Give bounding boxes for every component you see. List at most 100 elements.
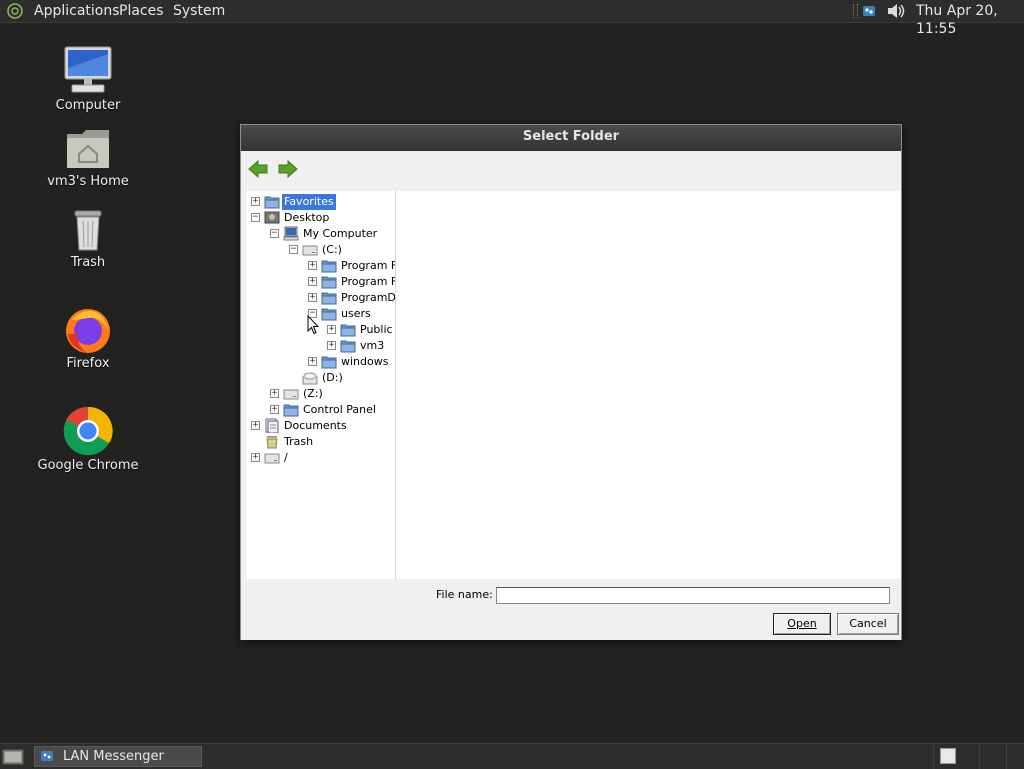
expand-icon[interactable]: + [270, 405, 279, 414]
tree-item[interactable]: (D:) [246, 370, 395, 386]
dialog-titlebar[interactable]: Select Folder [241, 125, 901, 151]
show-desktop-icon[interactable] [2, 747, 24, 765]
tree-item[interactable]: + windows [246, 354, 395, 370]
menu-system[interactable]: System [173, 2, 225, 20]
workspace-1[interactable] [940, 748, 956, 764]
lan-messenger-tray-icon[interactable] [861, 3, 877, 19]
menu-applications[interactable]: Applications [34, 2, 120, 20]
tray-grip [853, 4, 858, 18]
tree-item[interactable]: − (C:) [246, 242, 395, 258]
tree-item-label: Public [360, 323, 393, 336]
folder-icon [321, 292, 337, 305]
tree-item-label: Control Panel [303, 403, 376, 416]
file-name-input[interactable] [496, 587, 890, 604]
tree-item[interactable]: + Favorites [246, 194, 395, 210]
documents-icon [265, 418, 279, 433]
folder-icon [321, 308, 337, 321]
home-folder-icon [67, 130, 109, 168]
expand-icon[interactable]: + [270, 389, 279, 398]
file-name-label: File name: [436, 588, 493, 601]
computer-icon [64, 46, 112, 93]
top-panel: Applications Places System Thu Apr 20, 1… [0, 0, 1024, 37]
dialog-bottom-area: File name: Open Cancel [241, 580, 901, 640]
open-button[interactable]: Open [773, 613, 831, 635]
menu-places[interactable]: Places [119, 2, 164, 20]
desktop-icon-label: Google Chrome [37, 458, 139, 473]
tree-item[interactable]: + Control Panel [246, 402, 395, 418]
desktop-icon-computer[interactable]: Computer [33, 44, 143, 113]
forward-arrow-icon[interactable] [277, 158, 299, 180]
collapse-icon[interactable]: − [270, 229, 279, 238]
desktop-icon-trash[interactable]: Trash [33, 207, 143, 270]
expand-icon[interactable]: + [308, 261, 317, 270]
desktop-icon-label: Firefox [66, 356, 110, 371]
drive-icon [264, 453, 280, 464]
collapse-icon[interactable]: − [289, 245, 298, 254]
expand-icon[interactable]: + [308, 277, 317, 286]
trash-icon [74, 210, 102, 251]
mate-logo-icon[interactable] [7, 3, 23, 19]
bottom-panel: LAN Messenger [0, 743, 1024, 769]
expand-icon[interactable]: + [251, 197, 260, 206]
expand-icon[interactable]: + [327, 325, 336, 334]
folder-icon [264, 196, 280, 209]
tree-item[interactable]: + (Z:) [246, 386, 395, 402]
tree-item-label: My Computer [303, 227, 378, 240]
tree-item[interactable]: − My Computer [246, 226, 395, 242]
tree-item-label: vm3 [360, 339, 385, 352]
tree-item-label: (D:) [322, 371, 343, 384]
desktop-icon-chrome[interactable]: Google Chrome [33, 406, 143, 473]
cancel-button[interactable]: Cancel [837, 613, 899, 635]
desktop-icon-label: vm3's Home [47, 174, 129, 189]
folder-icon [340, 324, 356, 337]
drive-icon [302, 245, 318, 256]
desktop-icon-home[interactable]: vm3's Home [33, 126, 143, 189]
folder-tree[interactable]: + Favorites − Desktop − My Computer − (C:) + Prog… [246, 191, 396, 579]
collapse-icon[interactable]: − [251, 213, 260, 222]
taskbar-lan-messenger[interactable]: LAN Messenger [34, 746, 202, 767]
tree-item[interactable]: − Desktop [246, 210, 395, 226]
tree-item[interactable]: + ProgramDa [246, 290, 395, 306]
expand-icon[interactable]: + [308, 293, 317, 302]
folder-icon [283, 404, 299, 417]
tree-item[interactable]: + Public [246, 322, 395, 338]
workspace-divider [979, 744, 980, 769]
tree-item[interactable]: + vm3 [246, 338, 395, 354]
folder-icon [340, 340, 356, 353]
folder-icon [321, 260, 337, 273]
mouse-cursor-icon [307, 315, 319, 335]
tree-item-label: Documents [284, 419, 347, 432]
back-arrow-icon[interactable] [247, 158, 269, 180]
tree-item[interactable]: + Program Fi [246, 258, 395, 274]
folder-icon [321, 356, 337, 369]
volume-icon[interactable] [885, 2, 907, 20]
tree-item[interactable]: + / [246, 450, 395, 466]
computer-icon [283, 226, 299, 241]
expand-icon[interactable]: + [251, 421, 260, 430]
workspace-divider [933, 744, 934, 769]
trash-icon [266, 436, 278, 449]
tree-item[interactable]: + Documents [246, 418, 395, 434]
tree-item[interactable]: − users [246, 306, 395, 322]
tree-item[interactable]: Trash [246, 434, 395, 450]
firefox-icon [66, 309, 110, 353]
tree-item-label: users [341, 307, 371, 320]
folder-contents-list[interactable] [396, 191, 901, 579]
clock[interactable]: Thu Apr 20, 11:55 [916, 2, 1024, 38]
tree-item[interactable]: + Program Fi [246, 274, 395, 290]
dialog-toolbar [241, 151, 901, 191]
desktop-icon-label: Computer [55, 98, 121, 113]
tree-item-label: (C:) [322, 243, 342, 256]
expand-icon[interactable]: + [251, 453, 260, 462]
desktop-icon-label: Trash [70, 255, 106, 270]
tree-item-label: / [284, 451, 288, 464]
cd-drive-icon [302, 372, 318, 385]
tree-item-label: Favorites [282, 194, 336, 210]
expand-icon[interactable]: + [327, 341, 336, 350]
lan-messenger-icon [41, 751, 53, 761]
tree-item-label: ProgramDa [341, 291, 396, 304]
expand-icon[interactable]: + [308, 357, 317, 366]
tree-item-label: Desktop [284, 211, 330, 224]
desktop-icon-firefox[interactable]: Firefox [33, 306, 143, 371]
workspace-divider [1006, 744, 1007, 769]
